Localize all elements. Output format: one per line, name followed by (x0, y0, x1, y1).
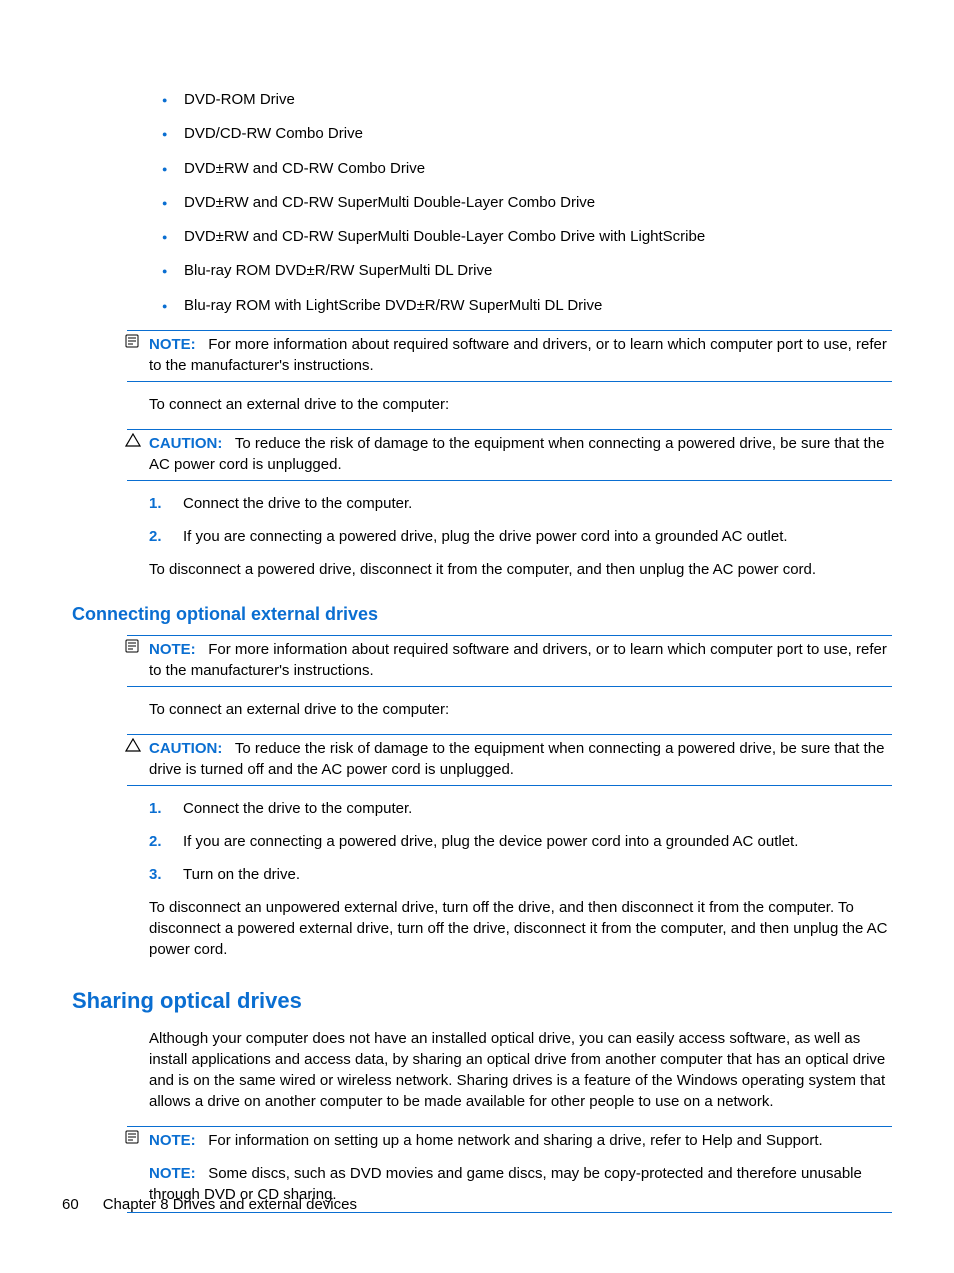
body-text: To connect an external drive to the comp… (149, 699, 892, 720)
list-item: Blu-ray ROM DVD±R/RW SuperMulti DL Drive (162, 261, 892, 281)
steps-list: 1. Connect the drive to the computer. 2. I… (149, 493, 892, 547)
document-page: DVD-ROM Drive DVD/CD-RW Combo Drive DVD±… (0, 0, 954, 1273)
note-label: NOTE: (149, 641, 196, 658)
body-text: Although your computer does not have an … (149, 1028, 892, 1112)
caution-callout: CAUTION: To reduce the risk of damage to… (127, 734, 892, 786)
note-text: For more information about required soft… (149, 641, 887, 679)
step-item: 2. If you are connecting a powered drive,… (149, 526, 892, 547)
step-item: 2. If you are connecting a powered drive,… (149, 831, 892, 852)
note-icon (125, 1130, 141, 1144)
caution-text: To reduce the risk of damage to the equi… (149, 740, 884, 778)
caution-icon (125, 738, 141, 752)
list-item: Blu-ray ROM with LightScribe DVD±R/RW Su… (162, 296, 892, 316)
list-item: DVD±RW and CD-RW SuperMulti Double-Layer… (162, 193, 892, 213)
step-number: 1. (149, 493, 162, 514)
body-text: To disconnect an unpowered external driv… (149, 897, 892, 960)
step-text: Turn on the drive. (183, 866, 300, 883)
note-icon (125, 639, 141, 653)
note-icon (125, 334, 141, 348)
note-label: NOTE: (149, 336, 196, 353)
step-number: 2. (149, 831, 162, 852)
list-item: DVD-ROM Drive (162, 90, 892, 110)
step-text: Connect the drive to the computer. (183, 800, 412, 817)
steps-list: 1. Connect the drive to the computer. 2. I… (149, 798, 892, 885)
body-text: To disconnect a powered drive, disconnec… (149, 559, 892, 580)
caution-callout: CAUTION: To reduce the risk of damage to… (127, 429, 892, 481)
caution-text: To reduce the risk of damage to the equi… (149, 435, 884, 473)
note-label: NOTE: (149, 1132, 196, 1149)
note-text: For information on setting up a home net… (208, 1132, 823, 1149)
step-item: 1. Connect the drive to the computer. (149, 798, 892, 819)
step-item: 1. Connect the drive to the computer. (149, 493, 892, 514)
caution-icon (125, 433, 141, 447)
step-number: 2. (149, 526, 162, 547)
section-heading-connecting-drives: Connecting optional external drives (72, 604, 892, 625)
step-number: 3. (149, 864, 162, 885)
note-callout: NOTE: For more information about require… (127, 635, 892, 687)
page-number: 60 (62, 1196, 79, 1213)
step-text: If you are connecting a powered drive, p… (183, 833, 798, 850)
list-item: DVD/CD-RW Combo Drive (162, 124, 892, 144)
step-number: 1. (149, 798, 162, 819)
note-item: NOTE: For information on setting up a ho… (149, 1130, 892, 1151)
note-label: NOTE: (149, 1165, 196, 1182)
drive-type-list: DVD-ROM Drive DVD/CD-RW Combo Drive DVD±… (62, 90, 892, 316)
caution-label: CAUTION: (149, 435, 222, 452)
note-callout: NOTE: For more information about require… (127, 330, 892, 382)
body-text: To connect an external drive to the comp… (149, 394, 892, 415)
note-text: For more information about required soft… (149, 336, 887, 374)
step-item: 3. Turn on the drive. (149, 864, 892, 885)
step-text: If you are connecting a powered drive, p… (183, 528, 788, 545)
chapter-title: Chapter 8 Drives and external devices (103, 1196, 357, 1213)
step-text: Connect the drive to the computer. (183, 495, 412, 512)
caution-label: CAUTION: (149, 740, 222, 757)
list-item: DVD±RW and CD-RW Combo Drive (162, 159, 892, 179)
list-item: DVD±RW and CD-RW SuperMulti Double-Layer… (162, 227, 892, 247)
section-heading-sharing-drives: Sharing optical drives (72, 988, 892, 1014)
page-footer: 60 Chapter 8 Drives and external devices (62, 1196, 357, 1213)
